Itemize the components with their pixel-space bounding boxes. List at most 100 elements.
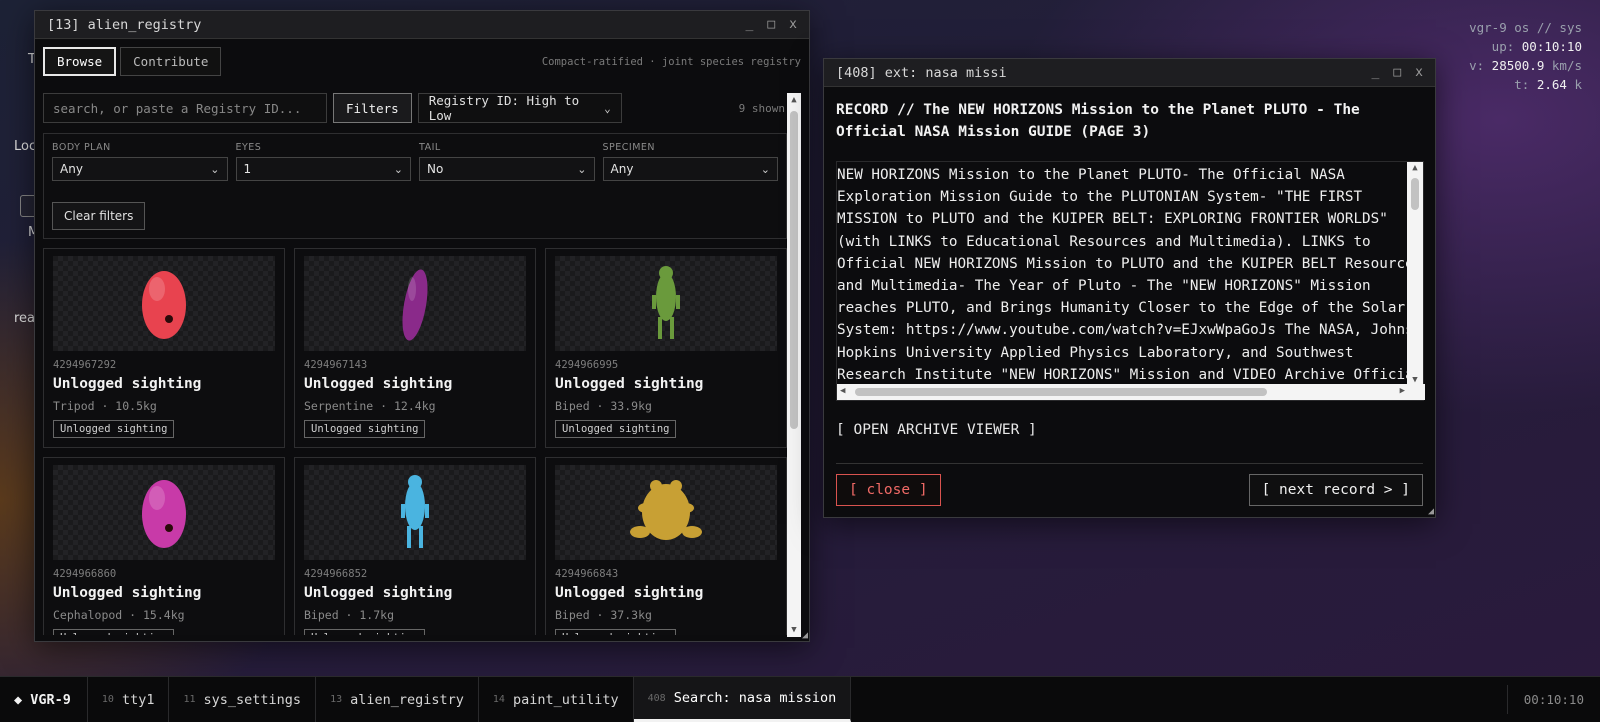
card-meta: Biped · 1.7kg — [304, 608, 395, 622]
species-card[interactable]: 4294967143 Unlogged sighting Serpentine … — [294, 248, 536, 448]
filter-body-plan: BODY PLAN Any ⌄ — [52, 142, 228, 181]
status-badge: Unlogged sighting — [304, 420, 426, 438]
body-plan-select[interactable]: Any ⌄ — [52, 157, 228, 181]
species-card[interactable]: 4294966860 Unlogged sighting Cephalopod … — [43, 457, 285, 635]
card-meta: Cephalopod · 15.4kg — [53, 608, 185, 622]
filter-label: SPECIMEN — [602, 142, 656, 153]
specimen-thumbnail — [304, 465, 526, 560]
maximize-icon[interactable]: □ — [1393, 65, 1401, 80]
species-card[interactable]: 4294966852 Unlogged sighting Biped · 1.7… — [294, 457, 536, 635]
card-name: Unlogged sighting — [555, 585, 704, 601]
registry-titlebar[interactable]: [13] alien_registry _ □ x — [35, 11, 809, 39]
resize-grip-icon[interactable]: ◢ — [802, 630, 808, 641]
specimen-thumbnail — [555, 256, 777, 351]
scroll-up-icon[interactable]: ▲ — [1407, 163, 1423, 173]
task-label: alien_registry — [350, 691, 464, 708]
scroll-thumb[interactable] — [855, 388, 1267, 396]
os-brand[interactable]: ◆ VGR-9 — [0, 677, 88, 722]
filters-button[interactable]: Filters — [333, 93, 412, 123]
filter-eyes: EYES 1 ⌄ — [235, 142, 411, 181]
record-titlebar[interactable]: [408] ext: nasa missi _ □ x — [824, 59, 1435, 87]
record-body-text: NEW HORIZONS Mission to the Planet PLUTO… — [837, 162, 1409, 386]
filter-specimen: SPECIMEN Any ⌄ — [602, 142, 778, 181]
task-label: tty1 — [121, 691, 155, 708]
taskbar-item-alien-registry[interactable]: 13 alien_registry — [316, 677, 479, 722]
chevron-down-icon: ⌄ — [393, 162, 403, 176]
taskbar-item-sys-settings[interactable]: 11 sys_settings — [169, 677, 317, 722]
card-meta: Biped · 33.9kg — [555, 399, 652, 413]
registry-tagline: Compact-ratified · joint species registr… — [541, 55, 801, 68]
record-body-box[interactable]: NEW HORIZONS Mission to the Planet PLUTO… — [836, 161, 1425, 401]
registry-id: 4294967143 — [304, 359, 368, 371]
registry-content: search, or paste a Registry ID... Filter… — [43, 93, 787, 635]
registry-scrollbar[interactable]: ▲ ▼ — [787, 93, 801, 637]
eyes-select[interactable]: 1 ⌄ — [235, 157, 411, 181]
sort-select[interactable]: Registry ID: High to Low ⌄ — [417, 93, 622, 123]
system-readout: vgr-9 os // sys up: 00:10:10 v: 28500.9 … — [1469, 18, 1582, 94]
maximize-icon[interactable]: □ — [767, 17, 775, 32]
nasa-record-window[interactable]: [408] ext: nasa missi _ □ x RECORD // Th… — [823, 58, 1436, 518]
species-card[interactable]: 4294966843 Unlogged sighting Biped · 37.… — [545, 457, 787, 635]
status-badge: Unlogged sighting — [304, 629, 426, 635]
specimen-select[interactable]: Any ⌄ — [602, 157, 778, 181]
scroll-right-icon[interactable]: ▶ — [1400, 386, 1405, 396]
tab-contribute[interactable]: Contribute — [120, 47, 222, 76]
specimen-thumbnail — [555, 465, 777, 560]
record-line: NEW HORIZONS Mission to the Planet PLUTO… — [837, 167, 1345, 183]
specimen-thumbnail — [53, 465, 275, 560]
scroll-up-icon[interactable]: ▲ — [787, 93, 801, 107]
task-label: paint_utility — [512, 691, 619, 708]
scroll-thumb[interactable] — [790, 111, 798, 429]
card-meta: Serpentine · 12.4kg — [304, 399, 436, 413]
task-number: 408 — [647, 692, 666, 704]
status-badge: Unlogged sighting — [53, 420, 175, 438]
clear-filters-button[interactable]: Clear filters — [52, 202, 146, 230]
filter-panel: BODY PLAN Any ⌄ EYES 1 ⌄ TAIL No ⌄ SPECIMEN… — [43, 133, 787, 239]
registry-id: 4294966852 — [304, 568, 368, 580]
card-name: Unlogged sighting — [555, 376, 704, 392]
resize-grip-icon[interactable]: ◢ — [1428, 506, 1434, 517]
record-vertical-scrollbar[interactable]: ▲ ▼ — [1407, 162, 1423, 386]
card-name: Unlogged sighting — [304, 376, 453, 392]
taskbar-item-tty1[interactable]: 10 tty1 — [88, 677, 170, 722]
record-heading: RECORD // The NEW HORIZONS Mission to th… — [836, 102, 1360, 140]
close-icon[interactable]: x — [1415, 65, 1423, 80]
close-button[interactable]: [ close ] — [836, 474, 941, 506]
record-line: (with LINKS to Educational Resources and… — [837, 233, 1371, 250]
registry-id: 4294966995 — [555, 359, 619, 371]
open-archive-viewer-link[interactable]: [ OPEN ARCHIVE VIEWER ] — [836, 422, 1037, 438]
close-icon[interactable]: x — [789, 17, 797, 32]
minimize-icon[interactable]: _ — [1372, 65, 1380, 80]
search-input[interactable]: search, or paste a Registry ID... — [43, 93, 327, 123]
task-label: Search: nasa mission — [673, 690, 837, 706]
filter-label: EYES — [235, 142, 262, 153]
window-title: [408] ext: nasa missi — [836, 64, 1007, 81]
taskbar-item-search-nasa-mission[interactable]: 408 Search: nasa mission — [633, 677, 852, 722]
registry-id: 4294966843 — [555, 568, 619, 580]
next-record-button[interactable]: [ next record > ] — [1248, 474, 1423, 506]
card-name: Unlogged sighting — [304, 585, 453, 601]
species-card[interactable]: 4294967292 Unlogged sighting Tripod · 10… — [43, 248, 285, 448]
taskbar-item-paint-utility[interactable]: 14 paint_utility — [479, 677, 634, 722]
record-line: Hopkins University Applied Physics Labor… — [837, 344, 1354, 361]
desktop-label-2: Loc — [14, 139, 37, 154]
tail-select[interactable]: No ⌄ — [419, 157, 595, 181]
scroll-left-icon[interactable]: ◀ — [840, 386, 845, 396]
scroll-thumb[interactable] — [1411, 178, 1419, 210]
alien-registry-window[interactable]: [13] alien_registry _ □ x Browse Contrib… — [34, 10, 810, 642]
card-name: Unlogged sighting — [53, 376, 202, 392]
species-grid: 4294967292 Unlogged sighting Tripod · 10… — [43, 248, 787, 635]
sys-header: vgr-9 os // sys — [1469, 20, 1582, 35]
taskbar-clock: 00:10:10 — [1506, 685, 1600, 714]
tab-browse[interactable]: Browse — [43, 47, 117, 76]
chevron-down-icon: ⌄ — [577, 162, 587, 176]
registry-id: 4294966860 — [53, 568, 117, 580]
status-badge: Unlogged sighting — [53, 629, 175, 635]
registry-id: 4294967292 — [53, 359, 117, 371]
species-card[interactable]: 4294966995 Unlogged sighting Biped · 33.… — [545, 248, 787, 448]
record-horizontal-scrollbar[interactable]: ◀ ▶ — [837, 384, 1425, 400]
minimize-icon[interactable]: _ — [746, 17, 754, 32]
specimen-thumbnail — [304, 256, 526, 351]
record-line: Research Institute "NEW HORIZONS" Missio… — [837, 366, 1409, 383]
scroll-down-icon[interactable]: ▼ — [787, 623, 801, 637]
